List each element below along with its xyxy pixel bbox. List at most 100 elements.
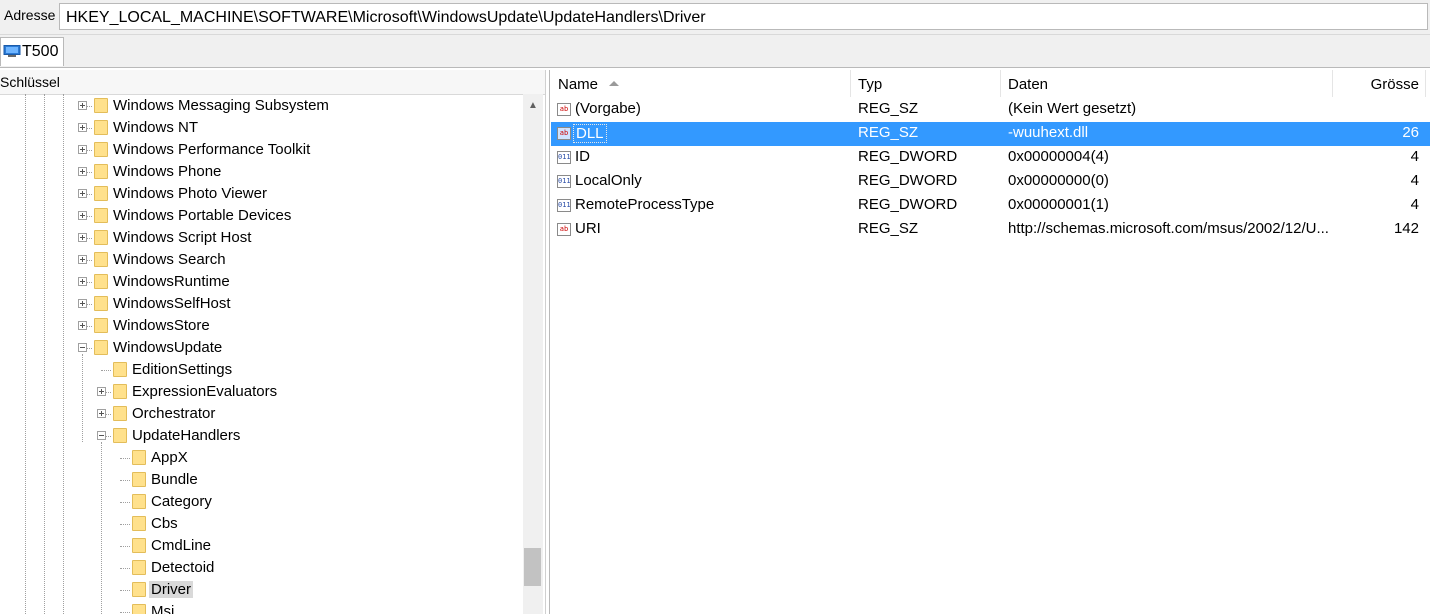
value-row[interactable]: ab URI REG_SZ http://schemas.microsoft.com/… [551, 218, 1430, 242]
value-data: -wuuhext.dll [1008, 124, 1089, 141]
folder-icon [94, 296, 108, 311]
tab-t500[interactable]: T500 [0, 37, 64, 66]
tree-item[interactable]: CmdLine [0, 536, 520, 558]
tree-connector [120, 458, 130, 459]
expand-icon[interactable] [78, 211, 87, 220]
tree-item-label: Orchestrator [132, 405, 216, 422]
tree-item[interactable]: UpdateHandlers [0, 426, 520, 448]
value-row[interactable]: ab (Vorgabe) REG_SZ (Kein Wert gesetzt) [551, 98, 1430, 122]
expand-icon[interactable] [78, 299, 87, 308]
binary-value-icon: 011 [557, 175, 571, 188]
value-size: 4 [1410, 196, 1419, 213]
address-input[interactable]: HKEY_LOCAL_MACHINE\SOFTWARE\Microsoft\Wi… [59, 3, 1428, 30]
tree-item[interactable]: Cbs [0, 514, 520, 536]
tree-item[interactable]: WindowsRuntime [0, 272, 520, 294]
tree-scrollbar[interactable]: ▲ [523, 94, 543, 614]
value-row[interactable]: 011 LocalOnly REG_DWORD 0x00000000(0) 4 [551, 170, 1430, 194]
tree-item[interactable]: Category [0, 492, 520, 514]
tree-item[interactable]: Orchestrator [0, 404, 520, 426]
folder-icon [132, 450, 146, 465]
tree-item[interactable]: Windows Portable Devices [0, 206, 520, 228]
value-row[interactable]: 011 RemoteProcessType REG_DWORD 0x00000001(… [551, 194, 1430, 218]
column-data[interactable]: Daten [1001, 70, 1333, 97]
tree-item-label: UpdateHandlers [132, 427, 241, 444]
value-size: 4 [1410, 148, 1419, 165]
expand-icon[interactable] [97, 409, 106, 418]
tree-item[interactable]: ExpressionEvaluators [0, 382, 520, 404]
tree-item[interactable]: Windows NT [0, 118, 520, 140]
value-row[interactable]: 011 ID REG_DWORD 0x00000004(4) 4 [551, 146, 1430, 170]
folder-icon [94, 208, 108, 223]
tree-connector [120, 546, 130, 547]
tree-item[interactable]: Windows Search [0, 250, 520, 272]
value-name: DLL [573, 124, 607, 143]
tree-item[interactable]: EditionSettings [0, 360, 520, 382]
value-row[interactable]: ab DLL REG_SZ -wuuhext.dll 26 [551, 122, 1430, 146]
folder-icon [94, 120, 108, 135]
collapse-icon[interactable] [97, 431, 106, 440]
computer-icon [3, 45, 21, 57]
tree-guide-line [82, 354, 83, 442]
tree-item[interactable]: Windows Performance Toolkit [0, 140, 520, 162]
tree-item[interactable]: Windows Phone [0, 162, 520, 184]
tree-item[interactable]: Windows Messaging Subsystem [0, 96, 520, 118]
tree-item[interactable]: WindowsStore [0, 316, 520, 338]
tree-item-label: Bundle [151, 471, 198, 488]
tree-item[interactable]: WindowsSelfHost [0, 294, 520, 316]
column-type[interactable]: Typ [851, 70, 1001, 97]
scroll-up-icon[interactable]: ▲ [528, 100, 538, 111]
scrollbar-thumb[interactable] [524, 548, 541, 586]
value-list-pane: Name Typ Daten Grösse ab (Vorgabe) REG_SZ (… [549, 70, 1430, 614]
folder-icon [94, 318, 108, 333]
tree-item[interactable]: Windows Script Host [0, 228, 520, 250]
value-type: REG_SZ [858, 100, 919, 117]
string-value-icon: ab [557, 103, 571, 116]
value-data: http://schemas.microsoft.com/msus/2002/1… [1008, 220, 1329, 237]
folder-icon [94, 98, 108, 113]
expand-icon[interactable] [78, 233, 87, 242]
folder-icon [113, 362, 127, 377]
tree-item[interactable]: Driver [0, 580, 520, 602]
tree-item[interactable]: Msi [0, 602, 520, 614]
key-tree-pane: Schlüssel Windows Messaging Subsystem Win… [0, 70, 546, 614]
tree-connector [120, 502, 130, 503]
tree-item[interactable]: Detectoid [0, 558, 520, 580]
expand-icon[interactable] [78, 123, 87, 132]
address-label: Adresse [4, 7, 56, 23]
value-type: REG_DWORD [858, 196, 958, 213]
tree-item[interactable]: Windows Photo Viewer [0, 184, 520, 206]
folder-icon [94, 274, 108, 289]
folder-icon [132, 604, 146, 614]
collapse-icon[interactable] [78, 343, 87, 352]
column-name[interactable]: Name [550, 70, 851, 97]
expand-icon[interactable] [78, 189, 87, 198]
expand-icon[interactable] [97, 387, 106, 396]
value-name: RemoteProcessType [575, 196, 715, 213]
tree-item[interactable]: WindowsUpdate [0, 338, 520, 360]
address-bar: Adresse HKEY_LOCAL_MACHINE\SOFTWARE\Micr… [0, 0, 1430, 35]
tree-item[interactable]: AppX [0, 448, 520, 470]
value-size: 142 [1393, 220, 1419, 237]
expand-icon[interactable] [78, 255, 87, 264]
column-size[interactable]: Grösse [1333, 70, 1426, 97]
tree-item-label: Windows Script Host [113, 229, 252, 246]
expand-icon[interactable] [78, 277, 87, 286]
folder-icon [94, 340, 108, 355]
tree-connector [120, 612, 130, 613]
tree-item-label: Detectoid [151, 559, 215, 576]
tree-item-label: Windows Photo Viewer [113, 185, 267, 202]
expand-icon[interactable] [78, 167, 87, 176]
value-name: URI [575, 220, 601, 237]
tree-item-label: Category [151, 493, 212, 510]
folder-icon [132, 516, 146, 531]
expand-icon[interactable] [78, 101, 87, 110]
expand-icon[interactable] [78, 145, 87, 154]
tree-item[interactable]: Bundle [0, 470, 520, 492]
folder-icon [132, 538, 146, 553]
value-name: (Vorgabe) [575, 100, 641, 117]
tree-item-label: ExpressionEvaluators [132, 383, 278, 400]
folder-icon [94, 142, 108, 157]
expand-icon[interactable] [78, 321, 87, 330]
tree-item-label: Cbs [151, 515, 178, 532]
folder-icon [94, 230, 108, 245]
